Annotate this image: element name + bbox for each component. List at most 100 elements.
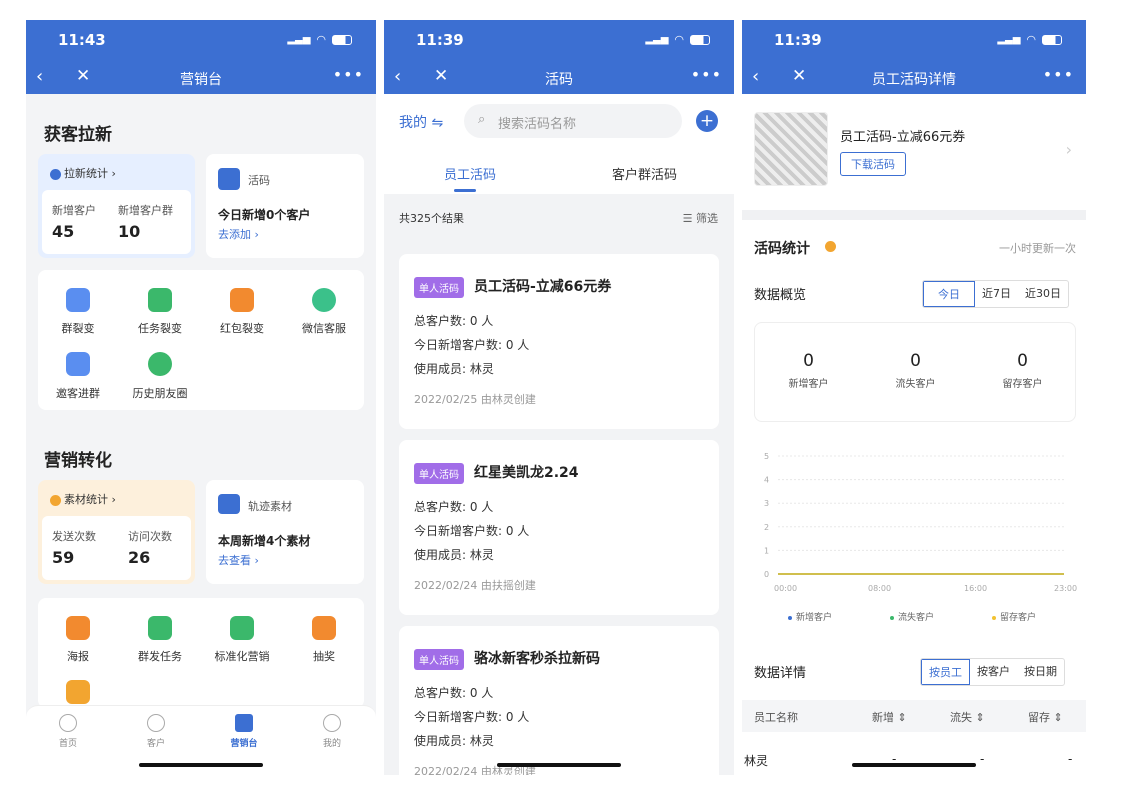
tool-label[interactable]: 微信客服 bbox=[284, 320, 364, 336]
total-customers: 总客户数: 0 人 bbox=[414, 686, 494, 700]
status-icons: ▂▃▅ ◠ bbox=[645, 33, 710, 46]
legend-new: 新增客户 bbox=[788, 610, 832, 623]
total-customers: 总客户数: 0 人 bbox=[414, 500, 494, 514]
tab-label: 营销台 bbox=[230, 739, 258, 749]
sort-icon: ⇕ bbox=[897, 711, 907, 724]
send-icon[interactable] bbox=[148, 616, 172, 640]
tool-label[interactable]: 邀客进群 bbox=[38, 385, 118, 401]
by-employee[interactable]: 按员工 bbox=[921, 659, 970, 685]
list-item[interactable]: 单人活码 红星美凯龙2.24 总客户数: 0 人 今日新增客户数: 0 人 使用… bbox=[399, 440, 719, 615]
y-tick-label: 5 bbox=[764, 452, 769, 461]
material-stats-card[interactable]: 素材统计 › 发送次数 59 访问次数 26 bbox=[38, 480, 195, 584]
sort-icon: ⇕ bbox=[1053, 711, 1063, 724]
user-icon bbox=[50, 168, 61, 180]
header-panel: 我的 ⇋ ⌕ 搜索活码名称 + 员工活码 客户群活码 bbox=[384, 94, 734, 194]
tab-label: 我的 bbox=[322, 739, 341, 749]
col-new-label: 新增 bbox=[872, 711, 894, 724]
legend-label: 新增客户 bbox=[796, 613, 833, 623]
col-retain-label: 留存 bbox=[1028, 711, 1050, 724]
more-icon[interactable]: ••• bbox=[1043, 65, 1074, 84]
list-item[interactable]: 单人活码 员工活码-立减66元券 总客户数: 0 人 今日新增客户数: 0 人 … bbox=[399, 254, 719, 429]
download-button[interactable]: 下载活码 bbox=[840, 152, 906, 176]
tool-label[interactable]: 海报 bbox=[38, 648, 118, 664]
list-item[interactable]: 单人活码 骆冰新客秒杀拉新码 总客户数: 0 人 今日新增客户数: 0 人 使用… bbox=[399, 626, 719, 775]
material-stats-title: 素材统计 bbox=[64, 493, 108, 506]
detail-title: 数据详情 bbox=[754, 666, 807, 681]
invite-group-icon[interactable] bbox=[66, 352, 90, 376]
period-today[interactable]: 今日 bbox=[923, 281, 975, 307]
live-code-card[interactable]: 活码 今日新增0个客户 去添加 › bbox=[206, 154, 364, 258]
tab-indicator bbox=[454, 189, 476, 192]
add-icon[interactable]: + bbox=[696, 110, 718, 132]
home-indicator bbox=[497, 763, 621, 767]
y-tick-label: 1 bbox=[764, 546, 769, 555]
by-date[interactable]: 按日期 bbox=[1017, 659, 1064, 685]
live-code-screen: 11:39 ▂▃▅ ◠ ‹ ✕ 活码 ••• 我的 ⇋ ⌕ 搜索活码名称 + 员工… bbox=[384, 20, 734, 775]
tab-customer[interactable]: 客户 bbox=[126, 714, 186, 749]
table-header: 员工名称 新增 ⇕ 流失 ⇕ 留存 ⇕ bbox=[742, 700, 1086, 732]
add-link[interactable]: 去添加 › bbox=[218, 226, 259, 242]
status-bar: 11:43 ▂▃▅ ◠ bbox=[26, 20, 376, 62]
tool-label[interactable]: 任务裂变 bbox=[120, 320, 200, 336]
tool-label[interactable]: 抽奖 bbox=[284, 648, 364, 664]
kpi-lost: 0 流失客户 bbox=[862, 351, 969, 390]
tool-label[interactable]: 群裂变 bbox=[38, 320, 118, 336]
moments-history-icon[interactable] bbox=[148, 352, 172, 376]
tool-label[interactable]: 群发任务 bbox=[120, 648, 200, 664]
tab-employee-code[interactable]: 员工活码 bbox=[444, 164, 496, 183]
period-7d[interactable]: 近7日 bbox=[975, 281, 1018, 307]
cell-lost: - bbox=[980, 752, 985, 766]
standard-marketing-icon[interactable] bbox=[230, 616, 254, 640]
tool-label[interactable]: 历史朋友圈 bbox=[120, 385, 200, 401]
tab-group-code[interactable]: 客户群活码 bbox=[612, 164, 677, 183]
x-tick-label: 00:00 bbox=[774, 584, 798, 593]
mine-switch[interactable]: 我的 ⇋ bbox=[399, 112, 443, 132]
tab-me[interactable]: 我的 bbox=[302, 714, 362, 749]
search-icon: ⌕ bbox=[478, 112, 486, 127]
period-30d[interactable]: 近30日 bbox=[1018, 281, 1068, 307]
qr-code-image[interactable] bbox=[754, 112, 828, 186]
acquire-stats-title: 拉新统计 bbox=[64, 167, 108, 180]
status-bar: 11:39 ▂▃▅ ◠ bbox=[384, 20, 734, 62]
view-link[interactable]: 去查看 › bbox=[218, 552, 259, 568]
col-retain[interactable]: 留存 ⇕ bbox=[1028, 709, 1063, 725]
kpi-label: 留存客户 bbox=[1002, 379, 1043, 390]
visit-count-value: 26 bbox=[128, 548, 151, 567]
tab-marketing[interactable]: 营销台 bbox=[214, 714, 274, 749]
group-fission-icon[interactable] bbox=[66, 288, 90, 312]
tab-home[interactable]: 首页 bbox=[38, 714, 98, 749]
legend-dot bbox=[788, 615, 792, 620]
wallet-icon[interactable] bbox=[66, 680, 90, 704]
acquire-tools-grid: 群裂变 任务裂变 红包裂变 微信客服 邀客进群 历史朋友圈 bbox=[38, 270, 364, 410]
info-icon[interactable] bbox=[825, 241, 836, 252]
y-tick-label: 3 bbox=[764, 499, 769, 508]
filter-button[interactable]: ☰ 筛选 bbox=[683, 210, 718, 226]
swap-icon: ⇋ bbox=[431, 115, 444, 131]
red-packet-icon[interactable] bbox=[230, 288, 254, 312]
col-lost[interactable]: 流失 ⇕ bbox=[950, 709, 985, 725]
chevron-right-icon[interactable]: › bbox=[1066, 140, 1072, 159]
task-fission-icon[interactable] bbox=[148, 288, 172, 312]
more-icon[interactable]: ••• bbox=[333, 65, 364, 84]
wechat-service-icon[interactable] bbox=[312, 288, 336, 312]
add-link-text: 去添加 bbox=[218, 228, 251, 241]
col-new[interactable]: 新增 ⇕ bbox=[872, 709, 907, 725]
sort-icon: ⇕ bbox=[975, 711, 985, 724]
acquire-stats-header: 拉新统计 › bbox=[50, 165, 116, 181]
more-icon[interactable]: ••• bbox=[691, 65, 722, 84]
table-row[interactable]: 林灵 - - - bbox=[742, 744, 1086, 774]
kpi-new: 0 新增客户 bbox=[755, 351, 862, 390]
track-material-card[interactable]: 轨迹素材 本周新增4个素材 去查看 › bbox=[206, 480, 364, 584]
col-lost-label: 流失 bbox=[950, 711, 972, 724]
tool-label[interactable]: 红包裂变 bbox=[202, 320, 282, 336]
by-customer[interactable]: 按客户 bbox=[970, 659, 1017, 685]
gift-icon[interactable] bbox=[312, 616, 336, 640]
poster-icon[interactable] bbox=[66, 616, 90, 640]
type-badge: 单人活码 bbox=[414, 277, 464, 298]
section-title-acquire: 获客拉新 bbox=[44, 125, 112, 145]
tool-label[interactable]: 标准化营销 bbox=[202, 648, 282, 664]
kpi-card: 0 新增客户 0 流失客户 0 留存客户 bbox=[754, 322, 1076, 422]
acquire-stats-card[interactable]: 拉新统计 › 新增客户 45 新增客户群 10 bbox=[38, 154, 195, 258]
section-title-convert: 营销转化 bbox=[44, 451, 112, 471]
search-input[interactable]: ⌕ 搜索活码名称 bbox=[464, 104, 682, 138]
